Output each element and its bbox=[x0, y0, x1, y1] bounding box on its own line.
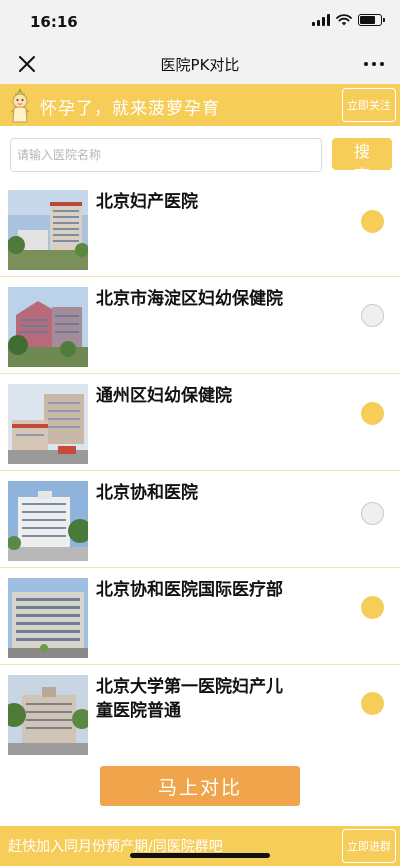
hospital-select-radio[interactable] bbox=[361, 502, 384, 525]
hospital-row[interactable]: 北京妇产医院 bbox=[0, 180, 400, 277]
join-group-button[interactable]: 立即进群 bbox=[342, 829, 396, 863]
hospital-row[interactable]: 通州区妇幼保健院 bbox=[0, 374, 400, 471]
follow-button[interactable]: 立即关注 bbox=[342, 88, 396, 122]
hospital-select-radio[interactable] bbox=[361, 402, 384, 425]
wifi-icon bbox=[336, 14, 352, 26]
page-title: 医院PK对比 bbox=[160, 56, 240, 74]
status-icons bbox=[312, 14, 385, 26]
hospital-name: 北京协和医院国际医疗部 bbox=[96, 580, 283, 600]
promo-slogan: 怀孕了，就来菠萝孕育 bbox=[40, 99, 220, 119]
hospital-photo bbox=[8, 481, 88, 561]
battery-fill bbox=[360, 16, 375, 24]
hospital-photo bbox=[8, 190, 88, 270]
hospital-row[interactable]: 北京大学第一医院妇产儿童医院普通 bbox=[0, 665, 400, 762]
hospital-photo bbox=[8, 287, 88, 367]
hospital-row[interactable]: 北京市海淀区妇幼保健院 bbox=[0, 277, 400, 374]
hospital-photo bbox=[8, 675, 88, 755]
hospital-select-radio[interactable] bbox=[361, 692, 384, 715]
hospital-row[interactable]: 北京协和医院国际医疗部 bbox=[0, 568, 400, 665]
status-time: 16:16 bbox=[30, 13, 78, 31]
home-indicator bbox=[130, 853, 270, 858]
signal-icon bbox=[312, 14, 330, 26]
hospital-name: 北京大学第一医院妇产儿童医院普通 bbox=[96, 677, 283, 721]
compare-button[interactable]: 马上对比 bbox=[100, 766, 300, 806]
hospital-name: 北京协和医院 bbox=[96, 483, 198, 503]
hospital-select-radio[interactable] bbox=[361, 596, 384, 619]
pineapple-mascot-icon bbox=[10, 88, 30, 123]
more-icon[interactable] bbox=[364, 62, 384, 66]
hospital-select-radio[interactable] bbox=[361, 210, 384, 233]
status-bar: 16:16 bbox=[0, 0, 400, 44]
search-input[interactable] bbox=[10, 138, 322, 172]
nav-bar: 医院PK对比 bbox=[0, 44, 400, 84]
hospital-row[interactable]: 北京协和医院 bbox=[0, 471, 400, 568]
promo-banner-bottom[interactable]: 赶快加入同月份预产期/同医院群吧 立即进群 bbox=[0, 826, 400, 866]
hospital-photo bbox=[8, 384, 88, 464]
hospital-list: 北京妇产医院 北京市海淀区妇幼保健院 通州区妇幼保健院 北京协和医院 北京协和医… bbox=[0, 180, 400, 762]
hospital-name: 北京市海淀区妇幼保健院 bbox=[96, 289, 283, 309]
hospital-select-radio[interactable] bbox=[361, 304, 384, 327]
battery-icon bbox=[358, 14, 385, 26]
promo-banner-top[interactable]: 怀孕了，就来菠萝孕育 立即关注 bbox=[0, 84, 400, 126]
search-row: 搜 索 bbox=[0, 138, 400, 185]
hospital-name: 北京妇产医院 bbox=[96, 192, 198, 212]
search-button[interactable]: 搜 索 bbox=[332, 138, 392, 185]
hospital-photo bbox=[8, 578, 88, 658]
hospital-name: 通州区妇幼保健院 bbox=[96, 386, 232, 406]
